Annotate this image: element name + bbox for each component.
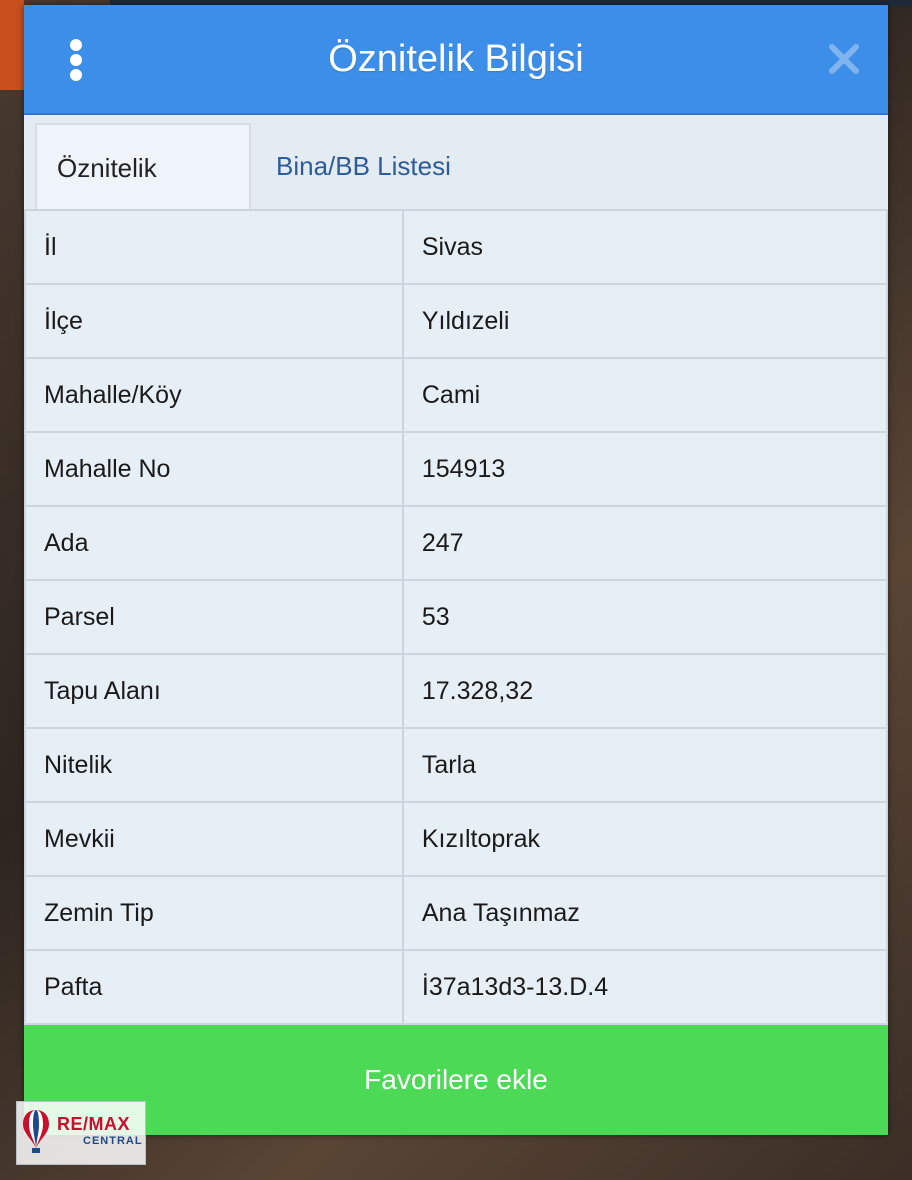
attribute-value: Tarla [401,727,889,803]
attribute-value: Kızıltoprak [401,801,889,877]
table-row: Mahalle/Köy Cami [24,357,889,433]
attribute-key: Mahalle/Köy [24,357,404,433]
attribute-value: 154913 [401,431,889,507]
table-row: Mahalle No 154913 [24,431,889,507]
table-row: Pafta İ37a13d3-13.D.4 [24,949,889,1025]
attribute-key: İl [24,209,404,285]
attribute-key: Nitelik [24,727,404,803]
balloon-icon [23,1110,49,1153]
close-icon[interactable] [826,41,862,77]
attribute-key: Mahalle No [24,431,404,507]
tab-bar: Öznitelik Bilgisi Bina/BB Listesi [24,115,888,269]
attribute-key: İlçe [24,283,404,359]
tab-attribute-info[interactable]: Öznitelik Bilgisi [35,123,251,269]
attribute-key: Zemin Tip [24,875,404,951]
background-map-edge [0,0,24,90]
attribute-value: Sivas [401,209,889,285]
attribute-key: Pafta [24,949,404,1025]
attribute-value: 17.328,32 [401,653,889,729]
attribute-value: 53 [401,579,889,655]
attribute-key: Tapu Alanı [24,653,404,729]
logo-text-sub: CENTRAL [83,1135,143,1147]
dialog-title: Öznitelik Bilgisi [328,38,584,80]
remax-logo: RE/MAX CENTRAL [16,1101,146,1165]
attribute-value: 247 [401,505,889,581]
add-to-favorites-button[interactable]: Favorilere ekle [24,1025,888,1135]
attribute-value: Cami [401,357,889,433]
table-row: Zemin Tip Ana Taşınmaz [24,875,889,951]
table-row: Nitelik Tarla [24,727,889,803]
table-row: Tapu Alanı 17.328,32 [24,653,889,729]
table-row: Parsel 53 [24,579,889,655]
table-row: İlçe Yıldızeli [24,283,889,359]
table-row: Ada 247 [24,505,889,581]
tab-building-list[interactable]: Bina/BB Listesi [256,123,471,209]
attribute-key: Ada [24,505,404,581]
attribute-value: Yıldızeli [401,283,889,359]
attribute-key: Parsel [24,579,404,655]
attribute-value: Ana Taşınmaz [401,875,889,951]
attribute-table: İl Sivas İlçe Yıldızeli Mahalle/Köy Cami Ma… [24,209,889,1025]
dialog-header: Öznitelik Bilgisi [24,5,888,115]
logo-text-main: RE/MAX [57,1114,131,1134]
table-row: Mevkii Kızıltoprak [24,801,889,877]
attribute-key: Mevkii [24,801,404,877]
table-row: İl Sivas [24,209,889,285]
attribute-info-dialog: Öznitelik Bilgisi Öznitelik Bilgisi Bina… [24,5,889,1135]
attribute-value: İ37a13d3-13.D.4 [401,949,889,1025]
